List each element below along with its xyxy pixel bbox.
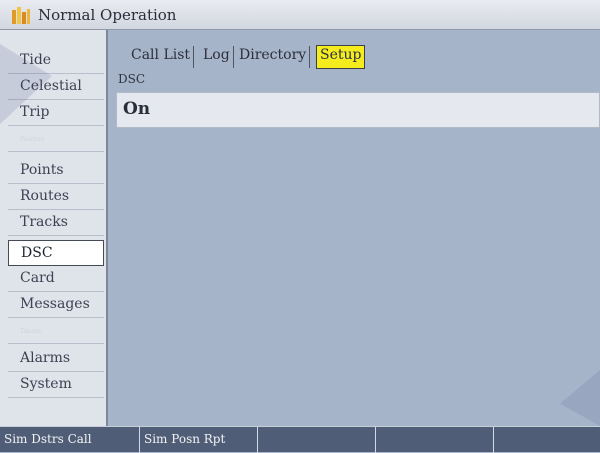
dsc-field-label: DSC: [118, 72, 146, 86]
sidebar-item-card[interactable]: Card: [8, 266, 104, 292]
tab-call-list[interactable]: Call List: [128, 46, 195, 68]
title-bar: Normal Operation: [0, 0, 600, 30]
main-panel: Call List Log Directory Setup DSC On: [108, 30, 600, 426]
softkey-empty-5[interactable]: [494, 427, 600, 453]
dsc-setting-field[interactable]: On: [116, 92, 600, 128]
sidebar-item-timers[interactable]: Timers: [8, 318, 104, 344]
status-bar: Sim Dstrs Call Sim Posn Rpt: [0, 426, 600, 453]
tab-directory[interactable]: Directory: [236, 46, 311, 68]
sidebar-item-routes[interactable]: Routes: [8, 184, 104, 210]
softkey-sim-distress-call[interactable]: Sim Dstrs Call: [0, 427, 140, 453]
sidebar-item-messages[interactable]: Messages: [8, 292, 104, 318]
tab-log[interactable]: Log: [200, 46, 234, 68]
softkey-empty-4[interactable]: [376, 427, 494, 453]
tab-setup[interactable]: Setup: [316, 45, 366, 69]
softkey-sim-position-report[interactable]: Sim Posn Rpt: [140, 427, 258, 453]
sidebar-item-dsc[interactable]: DSC: [8, 240, 104, 266]
window-title: Normal Operation: [38, 6, 177, 24]
sidebar-item-points[interactable]: Points: [8, 158, 104, 184]
softkey-empty-3[interactable]: [258, 427, 376, 453]
sidebar-item-trip[interactable]: Trip: [8, 100, 104, 126]
app-icon: [12, 7, 30, 24]
sidebar-item-alarms[interactable]: Alarms: [8, 346, 104, 372]
sidebar-item-tracks[interactable]: Tracks: [8, 210, 104, 236]
sidebar-item-system[interactable]: System: [8, 372, 104, 398]
sidebar-item-position[interactable]: Position: [8, 126, 104, 152]
